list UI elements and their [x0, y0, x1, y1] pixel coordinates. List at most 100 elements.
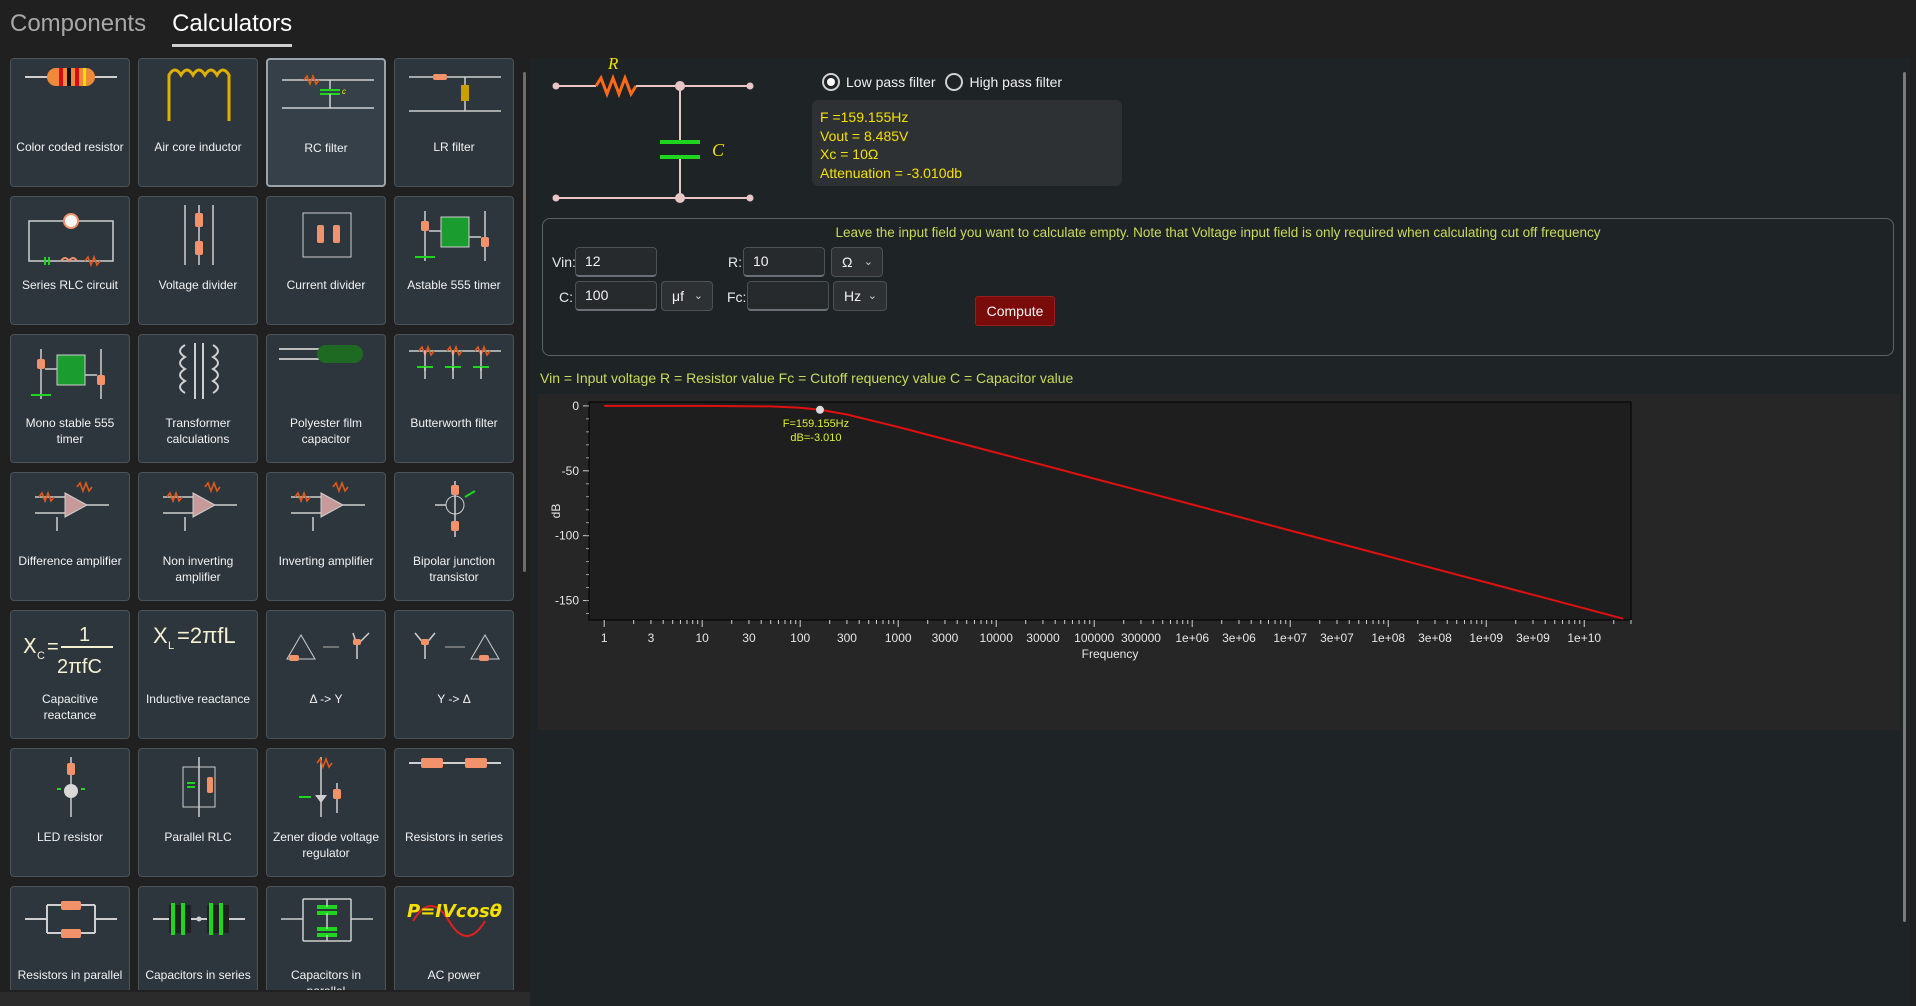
svg-text:L: L: [168, 640, 174, 652]
calculator-card[interactable]: Zener diode voltage regulator: [266, 748, 386, 877]
calculator-card[interactable]: P=IVcosθ AC power: [394, 886, 514, 990]
r-input[interactable]: 10: [743, 247, 825, 277]
x-tick-label: 30: [742, 631, 756, 645]
series-capacitors-icon: [153, 903, 245, 935]
x-tick-label: 300000: [1121, 631, 1161, 645]
calculator-card[interactable]: Difference amplifier: [10, 472, 130, 601]
tab-components[interactable]: Components: [10, 10, 146, 44]
svg-text:2πfC: 2πfC: [57, 656, 102, 678]
x-tick-label: 3e+06: [1222, 631, 1256, 645]
y-tick-label: -150: [555, 594, 579, 608]
rc-filter-icon: c: [282, 73, 374, 109]
calculator-card[interactable]: Transformer calculations: [138, 334, 258, 463]
x-tick-label: 1e+06: [1175, 631, 1209, 645]
calculator-card[interactable]: Voltage divider: [138, 196, 258, 325]
calculator-card-label: Capacitive reactance: [41, 692, 99, 722]
calculator-card[interactable]: Parallel RLC: [138, 748, 258, 877]
calculator-card-label: Current divider: [286, 278, 366, 292]
r-label: R:: [728, 254, 742, 270]
low-pass-radio[interactable]: [822, 73, 840, 91]
calculator-card-label: Δ -> Y: [309, 692, 343, 706]
calculator-card[interactable]: X L =2πfL Inductive reactance: [138, 610, 258, 739]
calculator-card-label: Color coded resistor: [16, 140, 124, 154]
svg-text:=2πfL: =2πfL: [177, 623, 236, 648]
chevron-down-icon: ⌄: [867, 290, 877, 302]
calculator-card-label: Mono stable 555 timer: [25, 416, 115, 446]
calculator-card[interactable]: Resistors in series: [394, 748, 514, 877]
calculator-card-label: LED resistor: [36, 830, 104, 844]
calculator-card-label: Polyester film capacitor: [289, 416, 363, 446]
calculator-card[interactable]: Inverting amplifier: [266, 472, 386, 601]
calculator-card-label: Transformer calculations: [165, 416, 231, 446]
x-tick-label: 300: [837, 631, 857, 645]
calculator-card[interactable]: Series RLC circuit: [10, 196, 130, 325]
result-frequency: F =159.155Hz: [820, 109, 909, 125]
calculator-card[interactable]: Astable 555 timer: [394, 196, 514, 325]
compute-button[interactable]: Compute: [975, 296, 1055, 326]
calculator-card[interactable]: Resistors in parallel: [10, 886, 130, 990]
calculator-card-label: Parallel RLC: [164, 830, 232, 844]
x-tick-label: 3: [648, 631, 655, 645]
calculator-card[interactable]: Current divider: [266, 196, 386, 325]
opamp-icon: [35, 480, 109, 531]
fc-unit-select[interactable]: Hz ⌄: [833, 281, 887, 311]
chevron-down-icon: ⌄: [693, 290, 703, 302]
calculator-list: Color coded resistor Air core inductor c RC…: [10, 58, 522, 990]
vin-input[interactable]: 12: [575, 247, 657, 277]
inductive-reactance-icon: X L =2πfL: [153, 623, 236, 652]
capacitive-reactance-icon: X C = 1 2πfC: [23, 624, 113, 678]
tab-calculators[interactable]: Calculators: [172, 10, 293, 47]
calculator-card[interactable]: LED resistor: [10, 748, 130, 877]
calculator-card[interactable]: Δ -> Y: [266, 610, 386, 739]
rlc-circuit-icon: [28, 213, 114, 268]
parallel-capacitors-icon: [281, 898, 373, 942]
c-input[interactable]: 100: [575, 281, 657, 311]
calculator-card[interactable]: Capacitors in parallel: [266, 886, 386, 990]
calculator-card[interactable]: Mono stable 555 timer: [10, 334, 130, 463]
high-pass-radio[interactable]: [945, 73, 964, 91]
calculator-list-scrollbar[interactable]: [523, 72, 526, 572]
calculator-card-label: Inverting amplifier: [278, 554, 374, 568]
transistor-icon: [435, 481, 476, 537]
x-tick-label: 3e+07: [1320, 631, 1354, 645]
delta-to-y-icon: [286, 632, 370, 661]
c-unit-select[interactable]: μf ⌄: [661, 281, 713, 311]
rc-filter-panel: R C Low pass filter High pass filter F =…: [530, 58, 1910, 1006]
vin-label: Vin:: [552, 254, 576, 270]
calculator-card[interactable]: X C = 1 2πfC Capacitive reactance: [10, 610, 130, 739]
top-tab-bar: Components Calculators: [10, 10, 293, 50]
opamp-icon: [163, 480, 237, 531]
calculator-card[interactable]: Butterworth filter: [394, 334, 514, 463]
y-to-delta-icon: [414, 632, 500, 661]
panel-scrollbar[interactable]: [1903, 72, 1906, 922]
timer-icon: [415, 211, 489, 261]
calculator-card[interactable]: LR filter: [394, 58, 514, 187]
result-attenuation: Attenuation = -3.010db: [820, 164, 963, 181]
capacitor-label: C: [712, 140, 725, 160]
inductor-icon: [167, 68, 231, 121]
cutoff-marker: [815, 405, 824, 414]
cutoff-db-label: dB=-3.010: [790, 432, 841, 444]
x-tick-label: 1000: [885, 631, 912, 645]
transformer-icon: [179, 343, 219, 399]
calculator-card-label: Resistors in series: [404, 830, 504, 844]
calculator-card-label: Astable 555 timer: [407, 278, 501, 292]
x-tick-label: 30000: [1026, 631, 1060, 645]
result-vout: Vout = 8.485V: [820, 127, 909, 144]
fc-input[interactable]: [747, 281, 829, 311]
calculator-card[interactable]: Air core inductor: [138, 58, 258, 187]
calculator-card[interactable]: Non inverting amplifier: [138, 472, 258, 601]
r-unit-select[interactable]: Ω ⌄: [831, 247, 883, 277]
calculator-card[interactable]: Capacitors in series: [138, 886, 258, 990]
calculator-card[interactable]: Bipolar junction transistor: [394, 472, 514, 601]
calculator-card[interactable]: Polyester film capacitor: [266, 334, 386, 463]
calculator-card[interactable]: Color coded resistor: [10, 58, 130, 187]
svg-text:c: c: [342, 87, 346, 96]
x-tick-label: 10: [696, 631, 710, 645]
plot-area: [588, 401, 1632, 621]
rc-circuit-diagram: R C: [552, 58, 754, 203]
calculator-card[interactable]: Y -> Δ: [394, 610, 514, 739]
calculator-card[interactable]: c RC filter: [266, 58, 386, 187]
voltage-divider-icon: [184, 205, 214, 265]
calculator-card-label: Bipolar junction transistor: [412, 554, 496, 584]
